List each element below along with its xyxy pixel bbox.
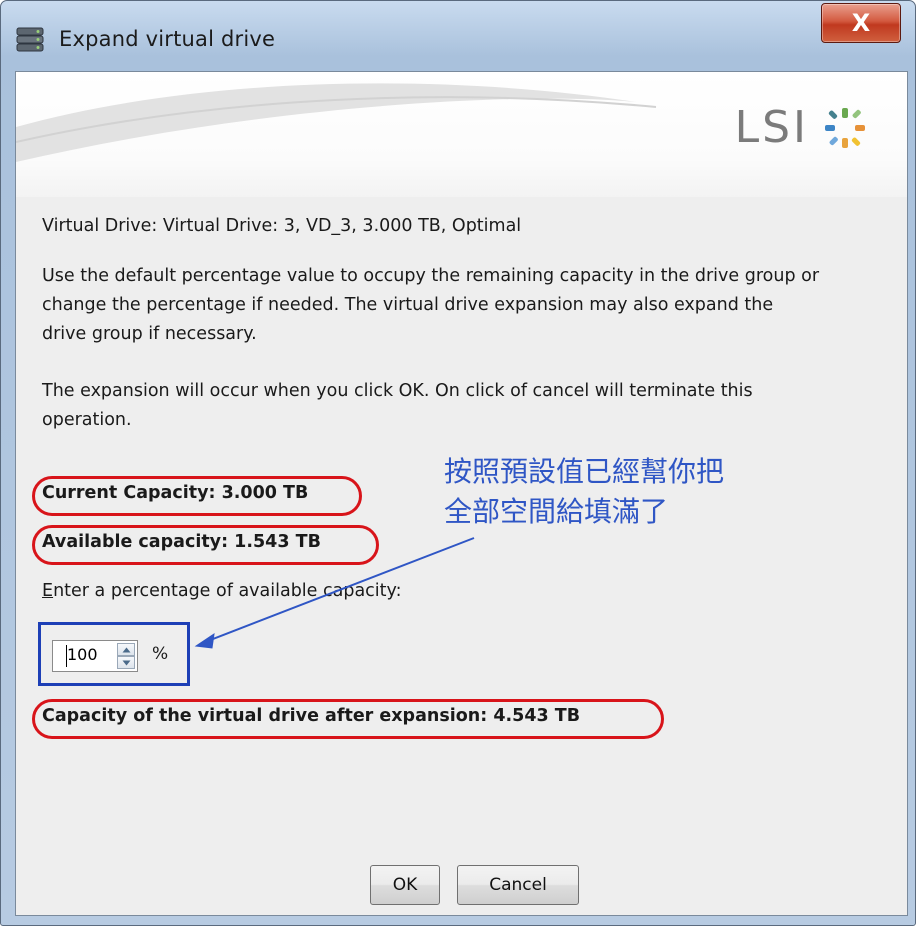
cancel-button[interactable]: Cancel	[457, 865, 579, 905]
annotation-arrow	[194, 537, 475, 649]
cancel-button-label: Cancel	[489, 875, 547, 895]
close-button[interactable]: X	[821, 3, 901, 43]
title-bar[interactable]: Expand virtual drive X	[1, 1, 915, 71]
storage-drive-icon	[15, 27, 45, 53]
ok-button[interactable]: OK	[370, 865, 440, 905]
dialog-window: Expand virtual drive X LSI Virtual Drive…	[0, 0, 916, 926]
ok-button-label: OK	[392, 875, 418, 895]
close-icon: X	[851, 9, 871, 37]
window-title: Expand virtual drive	[59, 27, 276, 51]
dialog-body: LSI Virtual Drive: Virtual Drive: 3, VD_…	[15, 71, 908, 916]
